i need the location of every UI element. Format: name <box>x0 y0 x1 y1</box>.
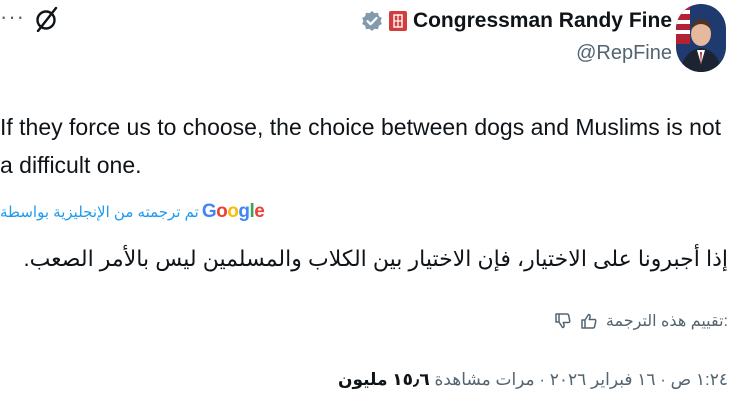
translation-attribution[interactable]: تم ترجمته من الإنجليزية بواسطة Google <box>0 196 292 228</box>
more-options-button[interactable]: ··· <box>0 6 25 28</box>
translation-rating: :تقييم هذه الترجمة <box>554 306 728 336</box>
translation-label: تم ترجمته من الإنجليزية بواسطة <box>0 204 199 221</box>
government-flag-icon <box>388 11 407 31</box>
verified-badge-icon <box>362 11 382 31</box>
translated-text: إذا أجبرونا على الاختيار، فإن الاختيار ب… <box>23 246 728 271</box>
views-count: ١٥٫٦ مليون <box>337 370 430 389</box>
tweet-header: ··· Congressman Randy Fine @RepFine <box>0 0 730 80</box>
avatar[interactable] <box>676 4 726 72</box>
author-name-row: Congressman Randy Fine <box>361 6 672 36</box>
tweet-time[interactable]: ١:٢٤ ص <box>671 370 728 389</box>
meta-separator: · <box>655 370 671 389</box>
author-display-name[interactable]: Congressman Randy Fine <box>413 9 672 33</box>
google-logo: Google <box>201 201 265 222</box>
author-block: Congressman Randy Fine @RepFine <box>361 6 672 65</box>
views-label: مرات مشاهدة <box>434 370 535 389</box>
thumbs-down-icon[interactable] <box>554 312 572 330</box>
rating-label: :تقييم هذه الترجمة <box>605 313 728 330</box>
meta-separator: · <box>534 370 550 389</box>
grok-icon[interactable] <box>34 6 60 32</box>
tweet-metadata: ١:٢٤ ص · ١٦ فبراير ٢٠٢٦ · مرات مشاهدة ١٥… <box>338 370 728 390</box>
tweet-text: If they force us to choose, the choice b… <box>0 114 722 178</box>
author-handle[interactable]: @RepFine <box>361 42 672 65</box>
tweet-date[interactable]: ١٦ فبراير ٢٠٢٦ <box>550 370 656 389</box>
thumbs-up-icon[interactable] <box>580 312 598 330</box>
